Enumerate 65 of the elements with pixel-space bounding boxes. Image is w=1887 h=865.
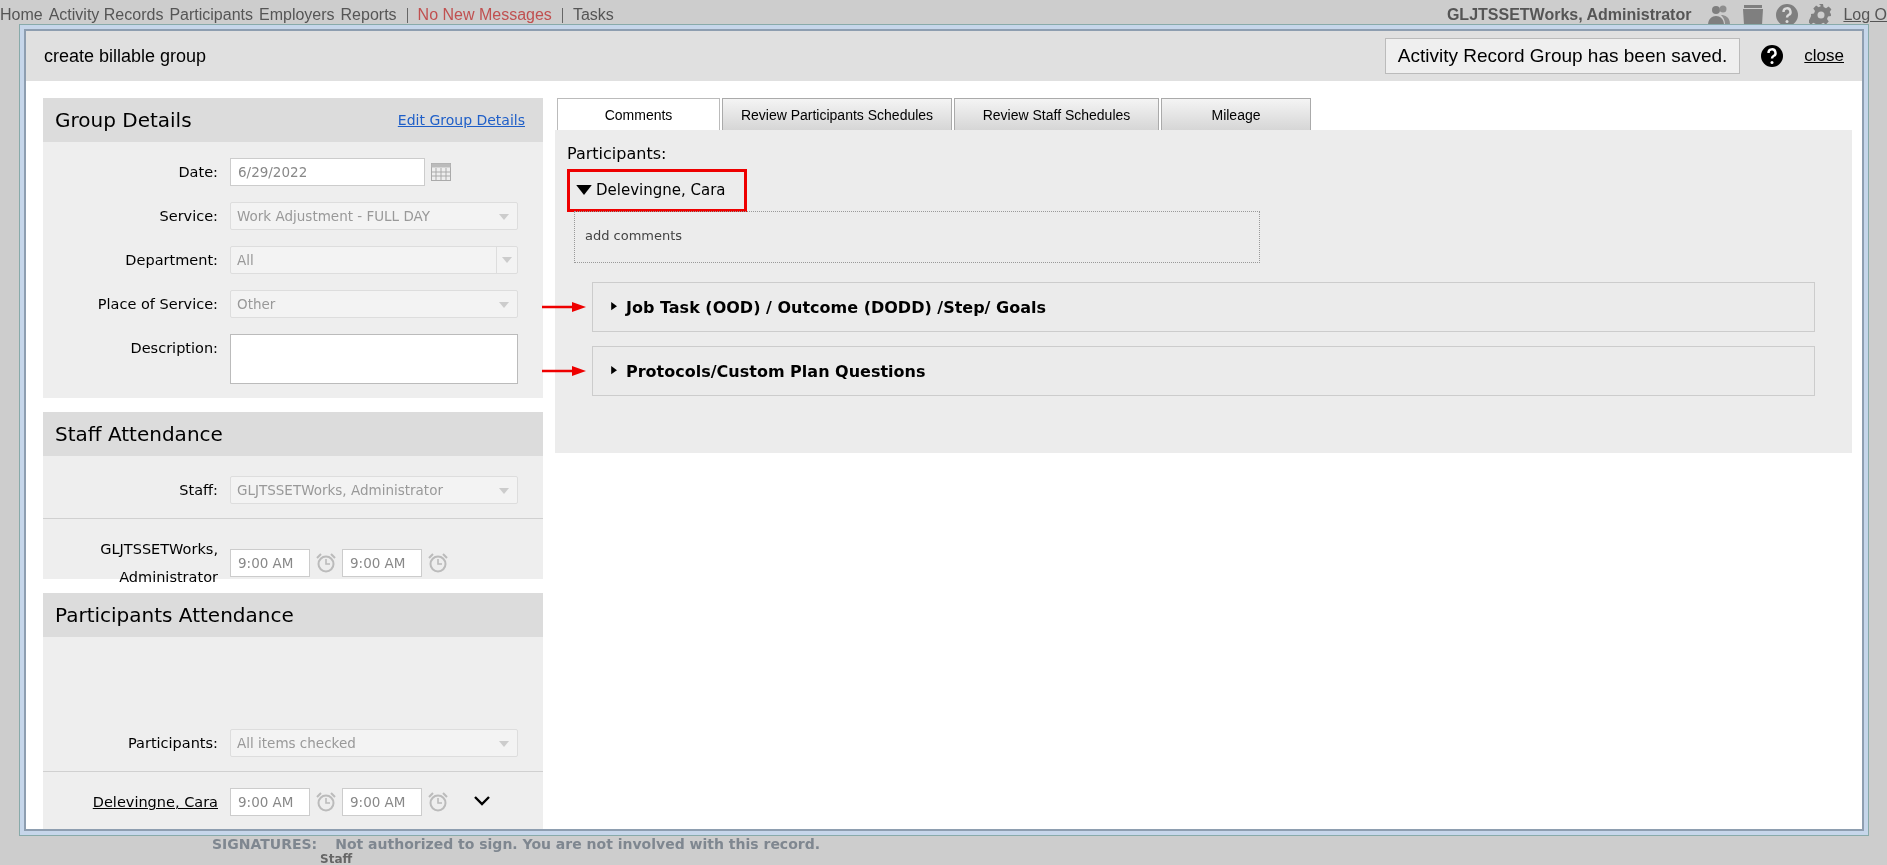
triangle-right-icon: [611, 366, 618, 376]
dialog-title: create billable group: [44, 45, 207, 67]
tab[interactable]: Review Participants Schedules: [722, 98, 952, 130]
folder-icon[interactable]: [1741, 3, 1766, 27]
triangle-right-icon: [611, 302, 618, 312]
tab[interactable]: Mileage: [1161, 98, 1311, 130]
help-icon[interactable]: [1760, 44, 1785, 68]
time-field[interactable]: 9:00 AM: [230, 788, 310, 816]
time-field[interactable]: 9:00 AM: [342, 788, 422, 816]
tab[interactable]: Comments: [557, 98, 720, 130]
signatures-text: Not authorized to sign. You are not involved with this record.: [335, 836, 821, 853]
field-label: Participants:: [126, 734, 218, 753]
panel-title: Participants Attendance: [55, 603, 294, 627]
participant-toggle[interactable]: Delevingne, Cara: [576, 181, 726, 199]
nav-link[interactable]: Reports: [340, 6, 397, 24]
messages-link[interactable]: No New Messages: [417, 6, 552, 24]
comments-field[interactable]: add comments: [574, 211, 1260, 263]
panel-title: Group Details: [55, 108, 192, 132]
nav-link[interactable]: Home: [0, 6, 43, 24]
field-label: Date:: [177, 163, 218, 182]
clock-icon[interactable]: [316, 553, 336, 573]
field-label: Department:: [124, 251, 218, 270]
nav-link[interactable]: Participants: [169, 6, 253, 24]
tab[interactable]: Review Staff Schedules: [954, 98, 1159, 130]
caret-icon: [502, 257, 512, 263]
caret-icon: [499, 214, 509, 220]
time-field[interactable]: 9:00 AM: [342, 549, 422, 577]
triangle-down-icon: [576, 185, 592, 195]
signatures-label: SIGNATURES:: [212, 836, 318, 853]
nav-link[interactable]: Activity Records: [48, 6, 164, 24]
field-label: Staff:: [178, 481, 218, 500]
nav-link[interactable]: Tasks: [572, 6, 614, 24]
field-label: Service:: [158, 207, 218, 226]
chevron-down-icon[interactable]: [474, 796, 490, 806]
caret-icon: [499, 741, 509, 747]
description-field[interactable]: [230, 334, 518, 384]
panel-title: Staff Attendance: [55, 422, 223, 446]
field-label: Description:: [129, 339, 218, 358]
caret-icon: [499, 488, 509, 494]
field-label: Place of Service:: [96, 295, 218, 314]
select-field[interactable]: GLJTSSETWorks, Administrator: [230, 476, 518, 504]
nav-link[interactable]: Employers: [259, 6, 335, 24]
notice-message: Activity Record Group has been saved.: [1384, 38, 1741, 74]
select-field[interactable]: All items checked: [230, 729, 518, 757]
time-field[interactable]: 9:00 AM: [230, 549, 310, 577]
participants-label: Participants:: [567, 144, 667, 163]
select-field[interactable]: Other: [230, 290, 518, 318]
accordion-section[interactable]: Protocols/Custom Plan Questions: [592, 346, 1815, 396]
clock-icon[interactable]: [428, 553, 448, 573]
logout-link[interactable]: Log O: [1843, 6, 1887, 24]
clock-icon[interactable]: [316, 792, 336, 812]
users-icon[interactable]: [1707, 3, 1732, 27]
select-field[interactable]: Work Adjustment - FULL DAY: [230, 202, 518, 230]
caret-icon: [499, 302, 509, 308]
combo-field[interactable]: All: [230, 246, 518, 274]
accordion-section[interactable]: Job Task (OOD) / Outcome (DODD) /Step/ Goals: [592, 282, 1815, 332]
staff-name: GLJTSSETWorks, Administrator: [99, 540, 218, 587]
close-link[interactable]: close: [1804, 46, 1844, 66]
participant-link[interactable]: Delevingne, Cara: [43, 788, 218, 816]
calendar-icon[interactable]: [431, 163, 451, 181]
edit-link[interactable]: Edit Group Details: [397, 112, 525, 128]
clock-icon[interactable]: [428, 792, 448, 812]
date-field[interactable]: 6/29/2022: [230, 158, 425, 186]
column-header: Staff: [319, 853, 354, 865]
user-name: GLJTSSETWorks, Administrator: [1446, 6, 1692, 24]
